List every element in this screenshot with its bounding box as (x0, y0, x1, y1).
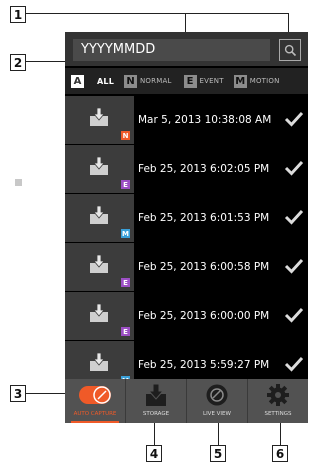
recording-list: N Mar 5, 2013 10:38:08 AM E Feb 25, 2013… (65, 96, 308, 390)
record-timestamp: Feb 25, 2013 6:01:53 PM (138, 212, 270, 224)
filter-event-badge: E (183, 74, 197, 88)
check-icon (284, 356, 304, 372)
search-icon (284, 44, 296, 56)
callout-4: 4 (146, 445, 162, 462)
auto-capture-toggle-icon (79, 386, 111, 404)
check-icon (284, 209, 304, 225)
recording-thumbnail: E (65, 243, 134, 291)
search-button[interactable] (279, 39, 301, 61)
recording-thumbnail: E (65, 292, 134, 340)
record-timestamp: Feb 25, 2013 6:02:05 PM (138, 163, 270, 175)
tab-settings-label: SETTINGS (264, 411, 292, 417)
download-box-icon (90, 303, 108, 322)
tab-storage[interactable]: STORAGE (126, 379, 187, 423)
check-icon (284, 258, 304, 274)
callout-3-leader (26, 393, 70, 394)
tab-auto-capture-label: AUTO CAPTURE (73, 411, 117, 417)
callout-1: 1 (10, 6, 26, 23)
callout-5: 5 (210, 445, 226, 462)
filter-event[interactable]: E EVENT (183, 74, 224, 88)
record-type-badge: E (121, 327, 130, 336)
filter-all[interactable]: A ALL (71, 74, 114, 88)
page-marker (15, 179, 22, 186)
list-item[interactable]: E Feb 25, 2013 6:02:05 PM (65, 145, 308, 193)
filter-motion-label: MOTION (249, 77, 280, 85)
phone-screen: YYYYMMDD A ALL N NORMAL E EVENT M MOTION (65, 32, 308, 423)
filter-normal-badge: N (124, 74, 137, 88)
tab-storage-label: STORAGE (142, 411, 170, 417)
live-view-lens-icon (206, 384, 228, 406)
download-box-icon (90, 205, 108, 224)
callout-6: 6 (272, 445, 288, 462)
download-box-icon (90, 156, 108, 175)
tab-live-view-label: LIVE VIEW (203, 411, 231, 417)
record-type-badge: E (121, 180, 130, 189)
filter-normal[interactable]: N NORMAL (124, 74, 172, 88)
storage-download-icon (146, 383, 166, 406)
callout-3: 3 (10, 385, 26, 402)
download-box-icon (90, 254, 108, 273)
recording-thumbnail: E (65, 145, 134, 193)
tab-live-view[interactable]: LIVE VIEW (187, 379, 248, 423)
record-timestamp: Feb 25, 2013 6:00:00 PM (138, 310, 270, 322)
filter-event-label: EVENT (199, 77, 224, 85)
search-bar: YYYYMMDD (65, 32, 308, 66)
list-item[interactable]: M Feb 25, 2013 6:01:53 PM (65, 194, 308, 242)
list-item[interactable]: N Mar 5, 2013 10:38:08 AM (65, 96, 308, 144)
callout-2: 2 (10, 54, 26, 71)
list-item[interactable]: E Feb 25, 2013 6:00:00 PM (65, 292, 308, 340)
list-item[interactable]: E Feb 25, 2013 6:00:58 PM (65, 243, 308, 291)
record-type-badge: M (121, 229, 130, 238)
download-box-icon (90, 107, 108, 126)
filter-all-badge: A (71, 74, 84, 88)
check-icon (284, 160, 304, 176)
tab-settings[interactable]: SETTINGS (248, 379, 308, 423)
filter-motion-badge: M (233, 74, 247, 88)
recording-thumbnail: M (65, 194, 134, 242)
gear-icon (267, 384, 289, 406)
download-box-icon (90, 352, 108, 371)
record-type-badge: E (121, 278, 130, 287)
tab-auto-capture[interactable]: AUTO CAPTURE (65, 379, 126, 423)
check-icon (284, 111, 304, 127)
date-search-input[interactable]: YYYYMMDD (73, 39, 270, 61)
record-type-badge: N (121, 131, 130, 140)
filter-all-label: ALL (97, 76, 114, 86)
record-timestamp: Mar 5, 2013 10:38:08 AM (138, 114, 272, 126)
check-icon (284, 307, 304, 323)
callout-1-leader (26, 13, 288, 14)
filter-normal-label: NORMAL (140, 77, 172, 85)
record-timestamp: Feb 25, 2013 6:00:58 PM (138, 261, 270, 273)
filter-bar: A ALL N NORMAL E EVENT M MOTION (65, 68, 308, 94)
filter-motion[interactable]: M MOTION (233, 74, 280, 88)
bottom-nav: AUTO CAPTURE STORAGE LIVE VIEW SETTINGS (65, 379, 308, 423)
recording-thumbnail: N (65, 96, 134, 144)
